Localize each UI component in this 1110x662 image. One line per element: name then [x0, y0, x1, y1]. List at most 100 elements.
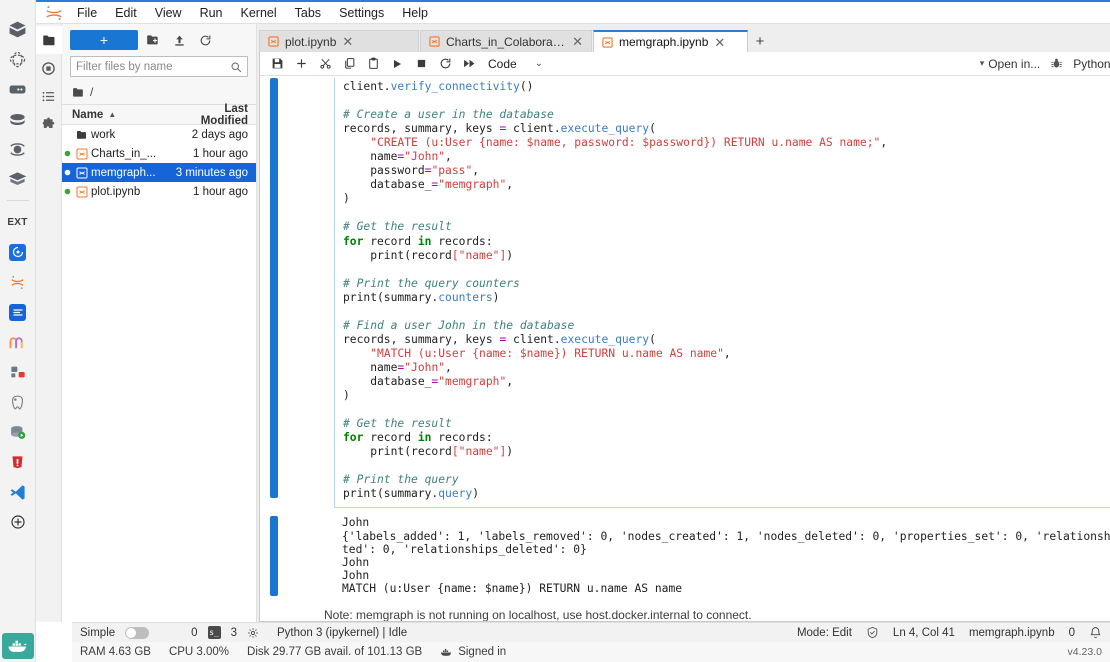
output-prompt	[278, 516, 334, 596]
copy-icon[interactable]	[338, 53, 360, 75]
close-icon[interactable]: ✕	[714, 36, 725, 49]
left-activity-bar	[36, 24, 62, 622]
app-version: v4.23.0	[1068, 646, 1102, 658]
docker-status-bar: RAM 4.63 GB CPU 3.00% Disk 29.77 GB avai…	[72, 642, 1110, 662]
file-modified: 2 days ago	[170, 129, 256, 141]
cell-source[interactable]: client.verify_connectivity() # Create a …	[335, 80, 1110, 501]
upload-icon[interactable]	[168, 30, 190, 50]
ext-add-icon[interactable]	[0, 507, 36, 537]
plus-icon[interactable]	[290, 53, 312, 75]
save-icon[interactable]	[266, 53, 288, 75]
main-dock-area: plot.ipynb ✕ Charts_in_Colaboratory.ipy …	[257, 24, 1110, 622]
cursor-position: Ln 4, Col 41	[893, 627, 955, 639]
dock-divider	[7, 200, 29, 201]
shield-check-icon[interactable]	[866, 626, 879, 639]
menu-tabs[interactable]: Tabs	[286, 4, 330, 22]
bug-icon[interactable]	[1050, 57, 1063, 70]
new-launcher-button[interactable]: +	[70, 30, 138, 50]
bell-icon[interactable]	[1089, 626, 1102, 639]
disk-label: Disk 29.77 GB avail. of 101.13 GB	[247, 646, 422, 658]
notebook-icon	[602, 37, 613, 48]
menu-edit[interactable]: Edit	[106, 4, 146, 22]
ext-vscode-icon[interactable]	[0, 477, 36, 507]
notebook-icon	[73, 167, 90, 179]
new-folder-icon[interactable]	[142, 30, 164, 50]
containers-icon[interactable]	[0, 14, 36, 44]
sidebar-item-file-browser[interactable]	[36, 26, 62, 54]
list-item[interactable]: plot.ipynb 1 hour ago	[62, 182, 256, 201]
current-file-name: memgraph.ipynb	[969, 627, 1055, 639]
notifications-count: 0	[1069, 627, 1075, 639]
builds-icon[interactable]	[0, 104, 36, 134]
folder-icon	[72, 86, 85, 99]
ext-postgres-icon[interactable]	[0, 387, 36, 417]
ext-disk-usage-icon[interactable]	[0, 237, 36, 267]
menu-run[interactable]: Run	[191, 4, 232, 22]
ext-database-icon[interactable]	[0, 417, 36, 447]
cell-collapser[interactable]	[270, 78, 278, 498]
list-item[interactable]: work 2 days ago	[62, 125, 256, 144]
code-cell[interactable]: client.verify_connectivity() # Create a …	[260, 78, 1110, 508]
menu-help[interactable]: Help	[393, 4, 437, 22]
docker-whale-icon[interactable]	[2, 633, 34, 659]
breadcrumb-root[interactable]: /	[90, 85, 93, 99]
filter-files-input[interactable]	[76, 61, 230, 73]
sidebar-item-extensions[interactable]	[36, 110, 62, 138]
images-icon[interactable]	[0, 44, 36, 74]
new-tab-button[interactable]: +	[749, 30, 771, 52]
notebook-scroll-area[interactable]: client.verify_connectivity() # Create a …	[260, 76, 1110, 621]
menu-view[interactable]: View	[146, 4, 191, 22]
ext-logs-explorer-icon[interactable]	[0, 297, 36, 327]
jupyter-logo-icon	[40, 3, 68, 23]
ext-resource-usage-icon[interactable]	[0, 357, 36, 387]
sidebar-item-toc[interactable]	[36, 82, 62, 110]
column-name[interactable]: Name ▲	[62, 109, 174, 121]
gear-icon[interactable]	[247, 627, 259, 639]
tab-memgraph-ipynb[interactable]: memgraph.ipynb ✕	[593, 30, 748, 52]
learning-center-icon[interactable]	[0, 164, 36, 194]
jupyterlab-window: File Edit View Run Kernel Tabs Settings …	[36, 0, 1110, 662]
refresh-icon[interactable]	[194, 30, 216, 50]
paste-icon[interactable]	[362, 53, 384, 75]
kernels-count[interactable]: 3	[231, 627, 237, 639]
cell-editor[interactable]: client.verify_connectivity() # Create a …	[334, 78, 1110, 508]
output-collapser[interactable]	[270, 516, 278, 596]
ext-memgraph-icon[interactable]	[0, 327, 36, 357]
column-last-modified[interactable]: Last Modified	[174, 103, 256, 127]
play-icon[interactable]	[386, 53, 408, 75]
close-icon[interactable]: ✕	[572, 35, 583, 48]
notebook-toolbar: Code ⌄ ▾ Open in... Python 3 (ipykern	[260, 52, 1110, 76]
sidebar-item-running[interactable]	[36, 54, 62, 82]
file-list: work 2 days ago Charts_in_... 1 hour ago	[62, 125, 256, 622]
stream-output: John {'labels_added': 1, 'labels_removed…	[342, 516, 1110, 595]
volumes-icon[interactable]	[0, 74, 36, 104]
fast-forward-icon[interactable]	[458, 53, 480, 75]
menu-settings[interactable]: Settings	[330, 4, 393, 22]
list-item[interactable]: Charts_in_... 1 hour ago	[62, 144, 256, 163]
close-icon[interactable]: ✕	[342, 35, 353, 48]
menu-file[interactable]: File	[68, 4, 106, 22]
simple-mode-toggle[interactable]	[125, 627, 149, 639]
breadcrumb[interactable]: /	[62, 83, 256, 104]
stop-icon[interactable]	[410, 53, 432, 75]
cell-type-dropdown[interactable]: Code ⌄	[488, 57, 543, 71]
scissors-icon[interactable]	[314, 53, 336, 75]
list-item-selected[interactable]: memgraph... 3 minutes ago	[62, 163, 256, 182]
output-box: John {'labels_added': 1, 'labels_removed…	[334, 516, 1110, 596]
restart-icon[interactable]	[434, 53, 456, 75]
kernel-name-label[interactable]: Python 3 (ipykernel)	[1073, 57, 1110, 71]
tab-plot-ipynb[interactable]: plot.ipynb ✕	[259, 30, 419, 52]
file-name: plot.ipynb	[90, 186, 170, 198]
sort-asc-icon: ▲	[108, 110, 116, 119]
filter-files-field[interactable]	[70, 56, 248, 77]
signed-in-status[interactable]: Signed in	[440, 646, 506, 658]
edit-mode-label: Mode: Edit	[797, 627, 852, 639]
tab-charts-in-colaboratory[interactable]: Charts_in_Colaboratory.ipy ✕	[420, 30, 592, 52]
open-in-dropdown[interactable]: ▾ Open in...	[980, 57, 1041, 71]
menu-kernel[interactable]: Kernel	[232, 4, 286, 22]
ext-redis-icon[interactable]	[0, 447, 36, 477]
ext-jupyter-icon[interactable]	[0, 267, 36, 297]
docker-scout-icon[interactable]	[0, 134, 36, 164]
tab-label: memgraph.ipynb	[619, 35, 708, 49]
terminals-count[interactable]: 0	[191, 627, 197, 639]
